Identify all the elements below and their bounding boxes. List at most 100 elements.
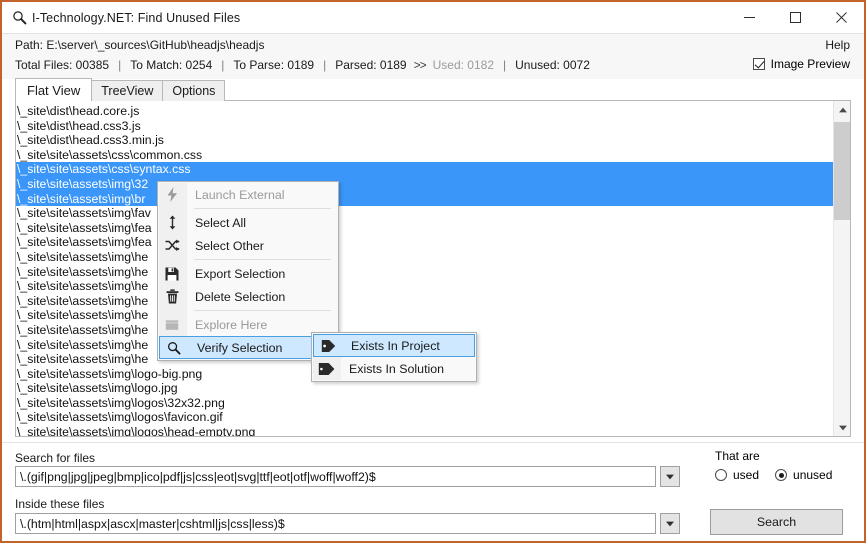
file-list-row[interactable]: \_site\dist\head.css3.js <box>16 119 834 134</box>
tab-label: TreeView <box>101 84 154 98</box>
stat-separator: | <box>323 58 327 72</box>
close-button[interactable] <box>818 2 864 33</box>
file-list-row[interactable]: \_site\site\assets\css\common.css <box>16 148 834 163</box>
file-list-row[interactable]: \_site\site\assets\img\logos\head-empty.… <box>16 425 834 436</box>
radio-unused-label: unused <box>793 468 833 482</box>
file-list-row[interactable]: \_site\dist\head.css3.min.js <box>16 133 834 148</box>
lightning-icon <box>158 187 186 202</box>
search-for-files-input[interactable] <box>15 466 656 487</box>
statistics-row: Total Files: 00385 | To Match: 0254 | To… <box>15 58 590 72</box>
radio-used-label: used <box>733 468 760 482</box>
tab-strip: Flat View TreeView Options <box>15 78 226 101</box>
inside-these-files-label: Inside these files <box>15 497 105 511</box>
menu-separator <box>194 208 331 209</box>
menu-item-select-all[interactable]: Select All <box>158 211 338 234</box>
menu-item-launch-external[interactable]: Launch External <box>158 183 338 206</box>
menu-item-export-selection[interactable]: Export Selection <box>158 262 338 285</box>
menu-item-select-other[interactable]: Select Other <box>158 234 338 257</box>
stat-to-match: To Match: 0254 <box>130 58 213 72</box>
help-link[interactable]: Help <box>825 38 850 52</box>
submenu-item-exists-in-project[interactable]: Exists In Project <box>313 334 475 357</box>
stat-unused: Unused: 0072 <box>515 58 590 72</box>
scrollbar-thumb[interactable] <box>834 122 850 220</box>
file-list-row[interactable]: \_site\site\assets\img\fea <box>16 235 834 250</box>
file-list-row[interactable]: \_site\site\assets\img\br <box>16 191 835 207</box>
path-label: Path: E:\server\_sources\GitHub\headjs\h… <box>15 38 265 52</box>
search-for-files-label: Search for files <box>15 451 96 465</box>
header-info-strip: Path: E:\server\_sources\GitHub\headjs\h… <box>2 33 864 79</box>
menu-item-label: Launch External <box>195 187 285 202</box>
file-list-row[interactable]: \_site\dist\head.core.js <box>16 104 834 119</box>
stat-separator: | <box>118 58 122 72</box>
file-list-row[interactable]: \_site\site\assets\img\he <box>16 294 834 309</box>
folder-icon <box>158 319 186 331</box>
stat-to-parse: To Parse: 0189 <box>233 58 315 72</box>
stat-separator: | <box>503 58 507 72</box>
menu-item-delete-selection[interactable]: Delete Selection <box>158 285 338 308</box>
tab-options[interactable]: Options <box>162 80 226 101</box>
scroll-up-button[interactable] <box>834 101 850 118</box>
updown-arrow-icon <box>158 215 186 230</box>
file-list-row[interactable]: \_site\site\assets\img\fea <box>16 221 834 236</box>
submenu-item-exists-in-solution[interactable]: Exists In Solution <box>312 357 476 380</box>
search-for-files-dropdown-button[interactable] <box>660 466 680 487</box>
maximize-button[interactable] <box>772 2 818 33</box>
inside-these-files-input[interactable] <box>15 513 656 534</box>
vertical-scrollbar[interactable] <box>833 101 850 436</box>
image-preview-label: Image Preview <box>770 57 850 71</box>
magnifier-icon <box>160 341 188 355</box>
file-list-panel[interactable]: \_site\dist\head.core.js \_site\dist\head… <box>15 100 851 437</box>
checkbox-icon <box>752 58 765 70</box>
title-bar: I-Technology.NET: Find Unused Files <box>2 2 864 33</box>
file-list-row[interactable]: \_site\site\assets\img\32 <box>16 176 835 192</box>
tag-icon <box>314 339 342 353</box>
file-list: \_site\dist\head.core.js \_site\dist\head… <box>16 104 835 436</box>
file-list-row[interactable]: \_site\site\assets\img\he <box>16 308 834 323</box>
search-button[interactable]: Search <box>710 509 843 535</box>
submenu-item-label: Exists In Project <box>351 338 440 353</box>
tab-label: Options <box>172 84 216 98</box>
file-list-row[interactable]: \_site\site\assets\img\fav <box>16 206 834 221</box>
floppy-save-icon <box>158 267 186 281</box>
menu-item-label: Export Selection <box>195 266 286 281</box>
tab-label: Flat View <box>27 82 81 98</box>
radio-icon-selected <box>775 469 788 481</box>
file-list-row[interactable]: \_site\site\assets\img\he <box>16 250 834 265</box>
file-list-row[interactable]: \_site\site\assets\css\syntax.css <box>16 162 835 177</box>
menu-separator <box>194 259 331 260</box>
stat-total-files: Total Files: 00385 <box>15 58 110 72</box>
image-preview-checkbox[interactable]: Image Preview <box>752 57 850 71</box>
that-are-label: That are <box>715 449 760 463</box>
progress-arrows-icon: >> <box>413 58 427 72</box>
file-list-row[interactable]: \_site\site\assets\img\he <box>16 279 834 294</box>
menu-item-label: Delete Selection <box>195 289 286 304</box>
radio-icon <box>715 469 727 481</box>
trash-icon <box>158 289 186 304</box>
stat-parsed: Parsed: 0189 <box>335 58 407 72</box>
radio-used[interactable]: used <box>715 468 759 482</box>
radio-unused[interactable]: unused <box>775 468 832 482</box>
menu-separator <box>194 310 331 311</box>
tags-icon <box>312 362 340 376</box>
minimize-button[interactable] <box>726 2 772 33</box>
file-list-row[interactable]: \_site\site\assets\img\logo.jpg <box>16 381 834 396</box>
file-list-row[interactable]: \_site\site\assets\img\logos\32x32.png <box>16 396 834 411</box>
shuffle-icon <box>158 239 186 252</box>
scroll-down-button[interactable] <box>834 419 850 436</box>
stat-used: Used: 0182 <box>432 58 495 72</box>
menu-item-label: Select All <box>195 215 246 230</box>
magnifier-icon <box>6 2 32 33</box>
file-list-row[interactable]: \_site\site\assets\img\logos\favicon.gif <box>16 410 834 425</box>
window-controls <box>726 2 864 33</box>
menu-item-label: Explore Here <box>195 317 268 332</box>
search-button-label: Search <box>756 515 797 529</box>
inside-these-files-dropdown-button[interactable] <box>660 513 680 534</box>
tab-flat-view[interactable]: Flat View <box>15 78 93 101</box>
submenu-item-label: Exists In Solution <box>349 361 445 376</box>
stat-separator: | <box>221 58 225 72</box>
context-submenu-verify[interactable]: Exists In Project Exists In Solution <box>311 332 477 382</box>
file-list-row[interactable]: \_site\site\assets\img\he <box>16 265 834 280</box>
window-title: I-Technology.NET: Find Unused Files <box>32 10 241 25</box>
tab-tree-view[interactable]: TreeView <box>91 80 164 101</box>
menu-item-label: Verify Selection <box>197 340 283 355</box>
